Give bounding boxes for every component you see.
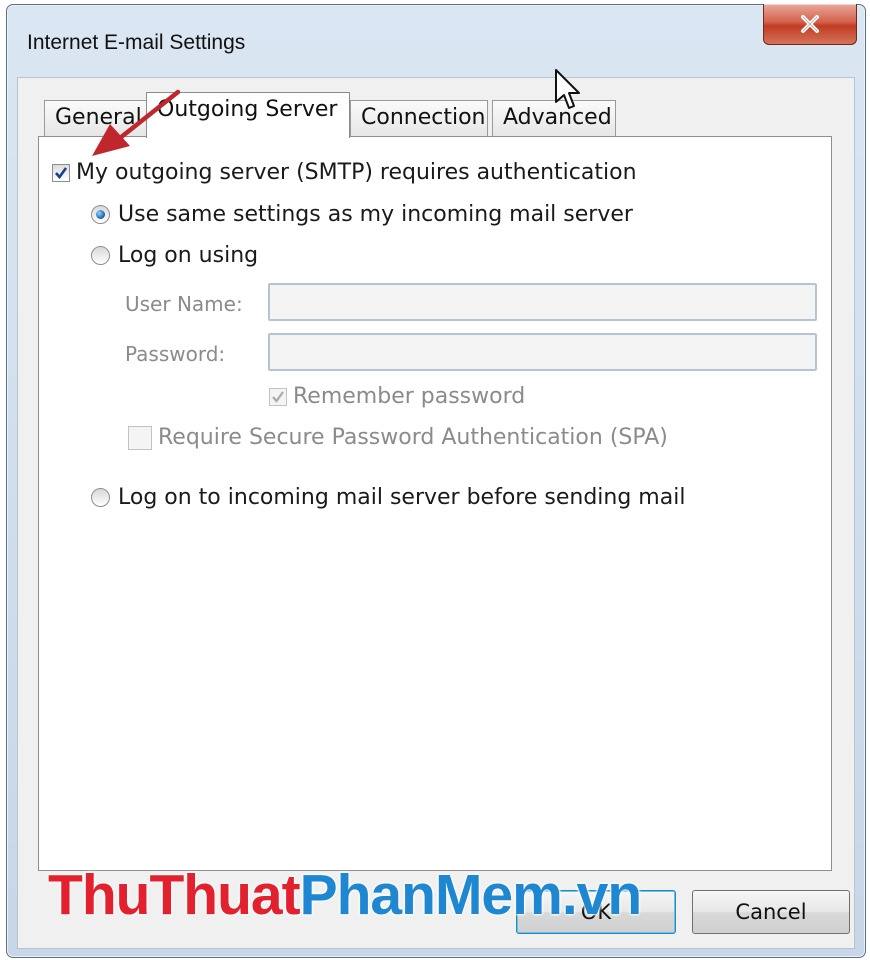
same-settings-radio[interactable]: [91, 205, 110, 224]
annotation-arrow-icon: [92, 89, 181, 156]
dialog-title: Internet E-mail Settings: [27, 31, 246, 54]
title-bar[interactable]: Internet E-mail Settings: [7, 4, 865, 77]
close-icon: [801, 15, 819, 33]
outgoing-server-panel: My outgoing server (SMTP) requires authe…: [38, 136, 832, 871]
log-on-using-option[interactable]: Log on using: [91, 243, 258, 268]
remember-password-label: Remember password: [293, 384, 526, 409]
checkmark-icon: [55, 166, 68, 179]
tab-connection[interactable]: Connection: [350, 100, 488, 136]
log-on-using-radio[interactable]: [91, 246, 110, 265]
require-spa-option[interactable]: Require Secure Password Authentication (…: [128, 425, 668, 450]
require-spa-checkbox[interactable]: [128, 425, 152, 450]
user-name-field[interactable]: [268, 283, 817, 321]
same-settings-option[interactable]: Use same settings as my incoming mail se…: [91, 202, 633, 227]
smtp-auth-label: My outgoing server (SMTP) requires authe…: [76, 160, 637, 185]
log-on-using-label: Log on using: [118, 243, 259, 268]
same-settings-label: Use same settings as my incoming mail se…: [118, 202, 633, 227]
mouse-cursor-icon: [555, 69, 580, 109]
password-field[interactable]: [268, 333, 817, 371]
dialog-client-area: General Outgoing Server Connection Advan…: [17, 77, 855, 949]
require-spa-label: Require Secure Password Authentication (…: [158, 425, 668, 450]
password-label: Password:: [125, 342, 226, 366]
remember-password-option[interactable]: Remember password: [269, 384, 525, 409]
smtp-auth-option[interactable]: My outgoing server (SMTP) requires authe…: [52, 160, 637, 185]
cancel-button[interactable]: Cancel: [692, 890, 850, 934]
remember-password-checkbox[interactable]: [269, 387, 287, 406]
user-name-label: User Name:: [125, 292, 243, 316]
smtp-auth-checkbox[interactable]: [52, 163, 70, 182]
watermark-logo: ThuThuatPhanMem.vn: [48, 863, 642, 927]
log-on-incoming-option[interactable]: Log on to incoming mail server before se…: [91, 485, 685, 510]
checkmark-icon: [272, 390, 284, 403]
close-button[interactable]: [763, 4, 857, 45]
log-on-incoming-label: Log on to incoming mail server before se…: [118, 485, 686, 510]
log-on-incoming-radio[interactable]: [91, 488, 110, 507]
